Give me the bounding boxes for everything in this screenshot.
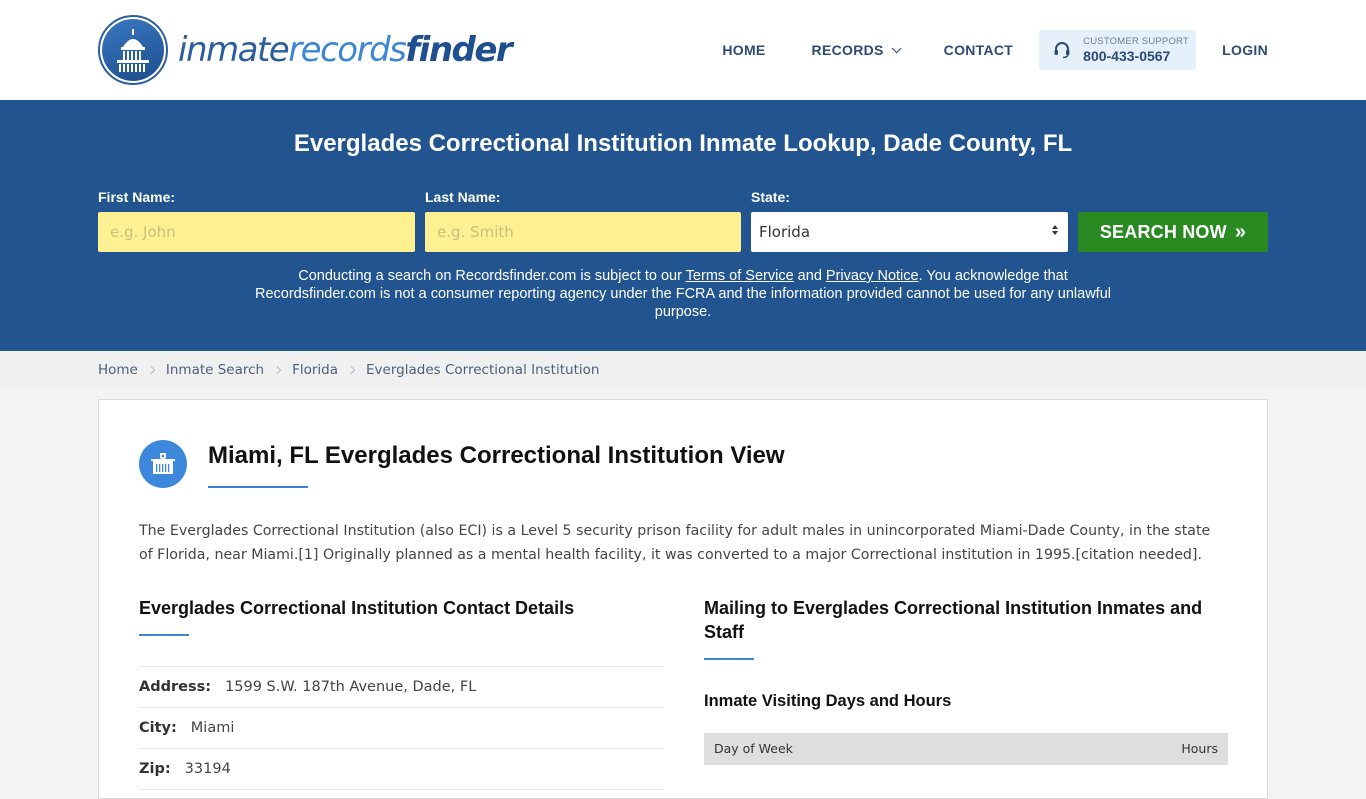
prison-building-icon — [139, 440, 187, 488]
chevron-right-icon — [346, 365, 356, 375]
detail-key: Zip: — [139, 760, 171, 777]
logo-wordmark: inmaterecordsfinder — [178, 30, 513, 70]
search-now-button[interactable]: SEARCH NOW » — [1078, 212, 1268, 252]
first-name-input[interactable] — [98, 212, 415, 252]
mailing-section: Mailing to Everglades Correctional Insti… — [704, 596, 1228, 765]
nav-home[interactable]: HOME — [722, 42, 765, 58]
site-header: inmaterecordsfinder HOME RECORDS CONTACT… — [0, 0, 1366, 100]
last-name-label: Last Name: — [425, 189, 501, 205]
search-now-label: SEARCH NOW — [1099, 221, 1227, 242]
nav-records[interactable]: RECORDS — [811, 42, 902, 58]
section-underline — [139, 634, 189, 636]
contact-details-section: Everglades Correctional Institution Cont… — [139, 596, 664, 790]
headset-icon — [1054, 42, 1070, 59]
facility-title: Miami, FL Everglades Correctional Instit… — [208, 442, 785, 469]
support-label: CUSTOMER SUPPORT — [1083, 35, 1189, 47]
detail-key: City: — [139, 719, 177, 736]
chevron-right-icon — [146, 365, 156, 375]
breadcrumb-current[interactable]: Everglades Correctional Institution — [366, 362, 599, 378]
disclaimer-text-2: and — [793, 268, 826, 284]
logo-part-records: records — [288, 30, 407, 70]
support-phone[interactable]: 800-433-0567 — [1083, 49, 1189, 63]
detail-value: Miami — [190, 719, 235, 736]
logo-part-inmate: inmate — [178, 30, 290, 70]
capitol-logo-icon — [98, 15, 168, 85]
detail-key: Address: — [139, 678, 212, 695]
nav-records-label: RECORDS — [811, 42, 884, 58]
contact-details-list: Address: 1599 S.W. 187th Avenue, Dade, F… — [139, 665, 664, 790]
privacy-notice-link[interactable]: Privacy Notice — [826, 268, 919, 284]
detail-row-zip: Zip: 33194 — [139, 749, 664, 790]
facility-description: The Everglades Correctional Institution … — [139, 523, 1211, 563]
detail-row-address: Address: 1599 S.W. 187th Avenue, Dade, F… — [139, 667, 664, 708]
select-arrows-icon — [1052, 225, 1058, 235]
breadcrumb-home[interactable]: Home — [98, 362, 138, 378]
breadcrumb: Home Inmate Search Florida Everglades Co… — [0, 351, 1366, 389]
state-select[interactable]: Florida — [751, 212, 1068, 252]
section-underline — [704, 658, 754, 660]
state-label: State: — [751, 189, 790, 205]
breadcrumb-florida[interactable]: Florida — [292, 362, 338, 378]
column-day-of-week: Day of Week — [704, 732, 1038, 765]
title-underline — [208, 486, 308, 488]
state-selected-value: Florida — [759, 223, 811, 241]
visiting-hours-table: Day of Week Hours — [704, 732, 1228, 765]
detail-value: 1599 S.W. 187th Avenue, Dade, FL — [225, 678, 477, 695]
first-name-label: First Name: — [98, 189, 176, 205]
chevron-down-icon — [891, 42, 902, 53]
main-nav: HOME RECORDS CONTACT CUSTOMER SUPPORT 80… — [722, 30, 1268, 70]
disclaimer-text-1: Conducting a search on Recordsfinder.com… — [298, 268, 686, 284]
page-title: Everglades Correctional Institution Inma… — [293, 130, 1073, 157]
detail-value: 33194 — [184, 760, 231, 777]
contact-details-title: Everglades Correctional Institution Cont… — [139, 598, 575, 618]
facility-card: Miami, FL Everglades Correctional Instit… — [98, 399, 1268, 799]
double-chevron-right-icon: » — [1234, 220, 1247, 243]
detail-row-city: City: Miami — [139, 708, 664, 749]
mailing-title: Mailing to Everglades Correctional Insti… — [704, 598, 1203, 642]
search-banner: Everglades Correctional Institution Inma… — [0, 100, 1366, 351]
customer-support-box[interactable]: CUSTOMER SUPPORT 800-433-0567 — [1039, 30, 1197, 70]
table-header-row: Day of Week Hours — [704, 732, 1228, 765]
site-logo[interactable]: inmaterecordsfinder — [98, 15, 513, 85]
chevron-right-icon — [272, 365, 282, 375]
last-name-input[interactable] — [425, 212, 741, 252]
visiting-hours-title: Inmate Visiting Days and Hours — [704, 691, 952, 710]
logo-part-finder: finder — [405, 30, 512, 70]
column-hours: Hours — [1037, 732, 1228, 765]
search-disclaimer: Conducting a search on Recordsfinder.com… — [250, 267, 1116, 321]
terms-of-service-link[interactable]: Terms of Service — [686, 268, 794, 284]
nav-login[interactable]: LOGIN — [1222, 42, 1268, 58]
nav-contact[interactable]: CONTACT — [944, 42, 1014, 58]
breadcrumb-inmate-search[interactable]: Inmate Search — [166, 362, 264, 378]
